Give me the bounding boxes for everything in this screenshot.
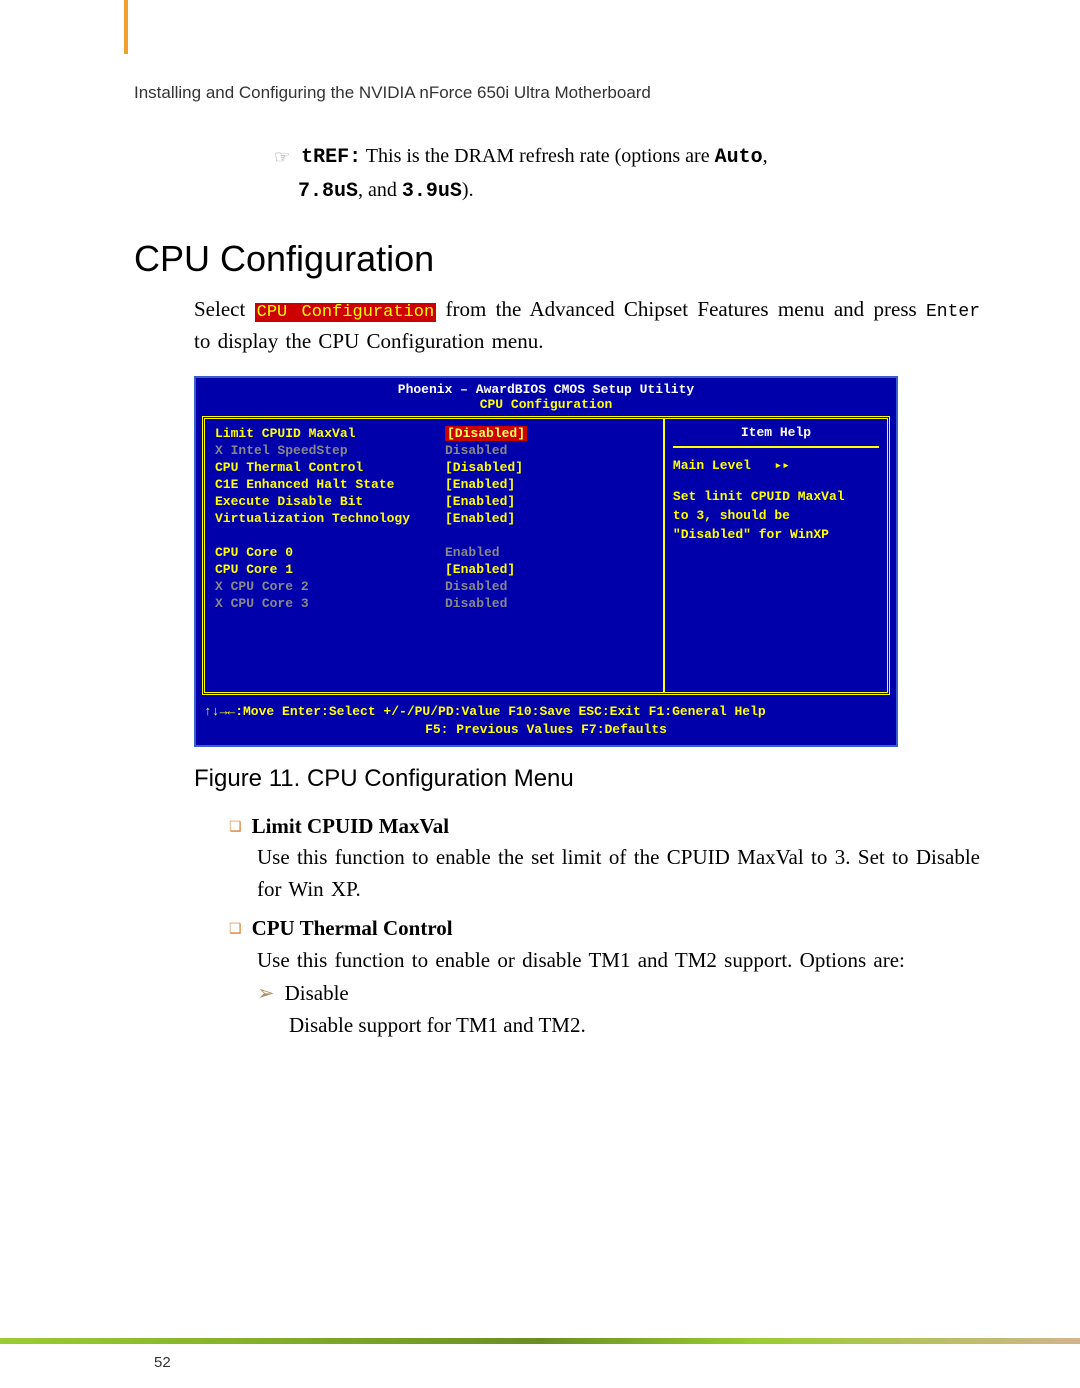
sub-bullet-disable: ➢ Disable bbox=[229, 978, 980, 1010]
bullet-limit-cpuid: ❏ Limit CPUID MaxVal Use this function to… bbox=[229, 811, 980, 906]
side-accent-bar bbox=[124, 0, 128, 54]
tref-paragraph: ☞ tREF: This is the DRAM refresh rate (o… bbox=[274, 140, 980, 208]
intro-text-2: from the Advanced Chipset Features menu … bbox=[436, 297, 926, 321]
bios-row-value: [Enabled] bbox=[445, 562, 515, 577]
bios-row-prefix: X bbox=[215, 596, 231, 611]
sub-bullet-desc: Disable support for TM1 and TM2. bbox=[289, 1010, 980, 1042]
tref-text-4: ). bbox=[462, 179, 474, 201]
bios-row-value: [Disabled] bbox=[445, 426, 527, 441]
bios-row-virtualization[interactable]: Virtualization Technology [Enabled] bbox=[215, 510, 653, 527]
bios-footer-line-1: ↑↓→←:Move Enter:Select +/-/PU/PD:Value F… bbox=[204, 703, 888, 721]
bios-row-speedstep: X Intel SpeedStep Disabled bbox=[215, 442, 653, 459]
bullet-thermal: ❏ CPU Thermal Control Use this function t… bbox=[229, 913, 980, 1041]
bios-help-line-1: Set linit CPUID MaxVal bbox=[673, 487, 879, 506]
bios-screenshot: Phoenix – AwardBIOS CMOS Setup Utility C… bbox=[194, 376, 898, 747]
bios-footer-line-2: F5: Previous Values F7:Defaults bbox=[204, 721, 888, 739]
intro-enter: Enter bbox=[926, 302, 980, 322]
bios-row-label: CPU Core 0 bbox=[215, 545, 293, 560]
intro-text-1: Select bbox=[194, 297, 255, 321]
bios-row-label: Execute Disable Bit bbox=[215, 494, 363, 509]
bios-row-core-3: X CPU Core 3 Disabled bbox=[215, 595, 653, 612]
bios-subtitle: CPU Configuration bbox=[196, 397, 896, 416]
bios-row-label: Limit CPUID MaxVal bbox=[215, 426, 355, 441]
bios-help-main-level-text: Main Level bbox=[673, 458, 751, 473]
tref-val-2: 3.9uS bbox=[402, 180, 462, 203]
bios-row-label: Intel SpeedStep bbox=[231, 443, 348, 458]
bios-row-core-0: CPU Core 0 Enabled bbox=[215, 544, 653, 561]
triangle-bullet-icon: ➢ bbox=[257, 981, 275, 1005]
bullet-body: Use this function to enable the set limi… bbox=[257, 842, 980, 905]
tref-text-1: This is the DRAM refresh rate (options a… bbox=[361, 145, 714, 167]
bios-help-title: Item Help bbox=[673, 425, 879, 448]
bios-row-value: Disabled bbox=[445, 596, 507, 611]
bios-row-prefix: X bbox=[215, 443, 231, 458]
bullet-head: CPU Thermal Control bbox=[252, 916, 453, 940]
page-number: 52 bbox=[154, 1354, 1080, 1371]
bios-row-value: [Enabled] bbox=[445, 511, 515, 526]
bios-row-label: C1E Enhanced Halt State bbox=[215, 477, 394, 492]
bios-row-execute-disable[interactable]: Execute Disable Bit [Enabled] bbox=[215, 493, 653, 510]
square-bullet-icon: ❏ bbox=[229, 922, 242, 937]
page: Installing and Configuring the NVIDIA nF… bbox=[0, 0, 1080, 1388]
tref-auto: Auto bbox=[715, 146, 763, 169]
sub-bullet-label: Disable bbox=[285, 981, 349, 1005]
bios-row-blank bbox=[215, 527, 653, 544]
tref-text-3: , and bbox=[358, 179, 402, 201]
intro-text-3: to display the CPU Configuration menu. bbox=[194, 329, 543, 353]
bios-row-core-1[interactable]: CPU Core 1 [Enabled] bbox=[215, 561, 653, 578]
bios-help-line-2: to 3, should be bbox=[673, 506, 879, 525]
hand-pointer-icon: ☞ bbox=[274, 147, 290, 167]
bios-row-label: CPU Core 3 bbox=[231, 596, 309, 611]
bios-row-label: CPU Core 2 bbox=[231, 579, 309, 594]
intro-paragraph: Select CPU Configuration from the Advanc… bbox=[194, 294, 980, 358]
bios-row-value: [Enabled] bbox=[445, 477, 515, 492]
tref-label: tREF: bbox=[301, 146, 361, 169]
bios-row-value: [Enabled] bbox=[445, 494, 515, 509]
bios-help-line-3: "Disabled" for WinXP bbox=[673, 525, 879, 544]
bios-row-label: CPU Core 1 bbox=[215, 562, 293, 577]
bios-row-label: CPU Thermal Control bbox=[215, 460, 363, 475]
bios-help-main-level: Main Level ▸▸ bbox=[673, 456, 879, 475]
bios-row-value: [Disabled] bbox=[445, 460, 523, 475]
bios-row-label: Virtualization Technology bbox=[215, 511, 410, 526]
footer-gradient-bar bbox=[0, 1338, 1080, 1344]
bios-row-limit-cpuid[interactable]: Limit CPUID MaxVal [Disabled] bbox=[215, 425, 653, 442]
bios-row-value: Enabled bbox=[445, 545, 500, 560]
content-area: ☞ tREF: This is the DRAM refresh rate (o… bbox=[134, 0, 980, 1041]
bullet-head: Limit CPUID MaxVal bbox=[252, 814, 450, 838]
running-header: Installing and Configuring the NVIDIA nF… bbox=[134, 83, 651, 103]
tref-val-1: 7.8uS bbox=[298, 180, 358, 203]
page-footer: 52 bbox=[0, 1338, 1080, 1388]
bullet-body: Use this function to enable or disable T… bbox=[257, 945, 980, 977]
bios-help-pane: Item Help Main Level ▸▸ Set linit CPUID … bbox=[665, 419, 887, 692]
triangle-right-icon: ▸▸ bbox=[774, 458, 790, 473]
tref-text-2: , bbox=[763, 145, 768, 167]
bios-row-c1e[interactable]: C1E Enhanced Halt State [Enabled] bbox=[215, 476, 653, 493]
bios-row-value: Disabled bbox=[445, 443, 507, 458]
bios-row-prefix: X bbox=[215, 579, 231, 594]
bios-inner-frame: Limit CPUID MaxVal [Disabled] X Intel Sp… bbox=[202, 416, 890, 695]
bios-footer: ↑↓→←:Move Enter:Select +/-/PU/PD:Value F… bbox=[196, 699, 896, 745]
bios-row-value: Disabled bbox=[445, 579, 507, 594]
square-bullet-icon: ❏ bbox=[229, 820, 242, 835]
section-title: CPU Configuration bbox=[134, 238, 980, 280]
bios-left-pane: Limit CPUID MaxVal [Disabled] X Intel Sp… bbox=[205, 419, 665, 692]
bios-row-thermal[interactable]: CPU Thermal Control [Disabled] bbox=[215, 459, 653, 476]
bios-row-core-2: X CPU Core 2 Disabled bbox=[215, 578, 653, 595]
bullet-list: ❏ Limit CPUID MaxVal Use this function to… bbox=[229, 811, 980, 1042]
figure-caption: Figure 11. CPU Configuration Menu bbox=[194, 765, 980, 793]
intro-highlight: CPU Configuration bbox=[255, 303, 437, 322]
bios-title: Phoenix – AwardBIOS CMOS Setup Utility bbox=[196, 378, 896, 397]
